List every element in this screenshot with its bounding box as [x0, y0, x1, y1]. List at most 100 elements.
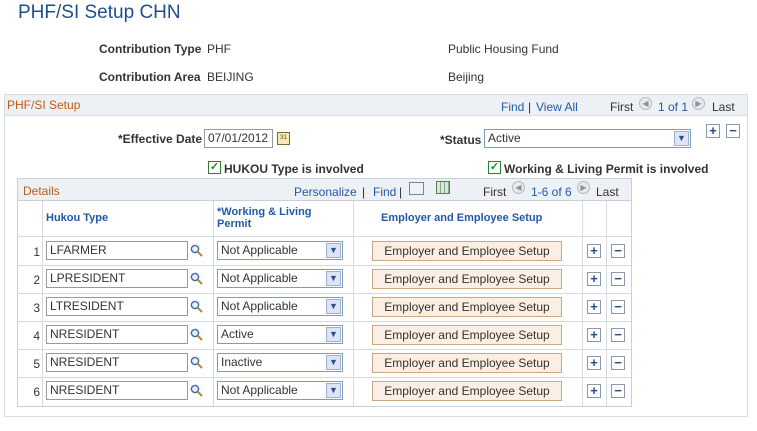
employer-employee-setup-button[interactable]: Employer and Employee Setup	[372, 353, 562, 373]
row-number: 6	[33, 385, 40, 399]
delete-row-button[interactable]: −	[611, 244, 625, 258]
row-number: 1	[33, 245, 40, 259]
chevron-down-icon: ▼	[326, 299, 341, 314]
status-select[interactable]: Active ▼	[484, 129, 691, 148]
hukou-type-input[interactable]: NRESIDENT	[46, 381, 188, 400]
delete-row-button[interactable]: −	[611, 356, 625, 370]
calendar-icon[interactable]: 31	[277, 132, 290, 145]
details-previous-icon[interactable]: ◀	[512, 181, 525, 194]
add-row-button[interactable]: +	[587, 328, 601, 342]
permit-value: Not Applicable	[221, 383, 298, 397]
status-label: *Status	[440, 133, 482, 147]
grid-divider	[42, 201, 43, 406]
details-title: Details	[23, 184, 60, 198]
employer-employee-setup-button[interactable]: Employer and Employee Setup	[372, 325, 562, 345]
find-link[interactable]: Find	[501, 100, 524, 114]
permit-checkbox[interactable]: ✓	[488, 161, 501, 174]
lookup-icon[interactable]	[190, 244, 203, 257]
details-record-count: 1-6 of 6	[531, 185, 572, 199]
contribution-area-code: BEIJING	[207, 70, 254, 84]
row-number: 4	[33, 329, 40, 343]
separator: |	[528, 100, 532, 114]
add-row-button[interactable]: +	[587, 356, 601, 370]
permit-select[interactable]: Inactive ▼	[217, 353, 343, 372]
employer-employee-setup-button[interactable]: Employer and Employee Setup	[372, 297, 562, 317]
chevron-down-icon: ▼	[326, 271, 341, 286]
hukou-type-input[interactable]: NRESIDENT	[46, 325, 188, 344]
lookup-icon[interactable]	[190, 384, 203, 397]
add-row-button[interactable]: +	[587, 300, 601, 314]
delete-row-button[interactable]: −	[726, 124, 740, 138]
status-value: Active	[488, 131, 521, 145]
separator: |	[399, 185, 403, 199]
add-row-button[interactable]: +	[587, 272, 601, 286]
contribution-area-description: Beijing	[448, 70, 485, 84]
column-header-hukou-type[interactable]: Hukou Type	[46, 212, 108, 224]
permit-select[interactable]: Active ▼	[217, 325, 343, 344]
permit-select[interactable]: Not Applicable ▼	[217, 269, 343, 288]
permit-value: Not Applicable	[221, 299, 298, 313]
permit-value: Not Applicable	[221, 271, 298, 285]
lookup-icon[interactable]	[190, 272, 203, 285]
contribution-type-code: PHF	[207, 42, 231, 56]
next-icon[interactable]: ▶	[692, 97, 705, 110]
grid-divider	[582, 201, 583, 406]
lookup-icon[interactable]	[190, 356, 203, 369]
row-number: 5	[33, 357, 40, 371]
grid-divider	[18, 349, 631, 350]
phf-si-setup-header	[5, 95, 747, 116]
hukou-type-input[interactable]: LFARMER	[46, 241, 188, 260]
view-all-link[interactable]: View All	[536, 100, 578, 114]
permit-select[interactable]: Not Applicable ▼	[217, 381, 343, 400]
add-row-button[interactable]: +	[706, 124, 720, 138]
hukou-type-input[interactable]: NRESIDENT	[46, 353, 188, 372]
delete-row-button[interactable]: −	[611, 328, 625, 342]
employer-employee-setup-button[interactable]: Employer and Employee Setup	[372, 269, 562, 289]
permit-value: Inactive	[221, 355, 263, 369]
download-spreadsheet-icon[interactable]	[436, 181, 450, 194]
record-count: 1 of 1	[658, 100, 689, 114]
view-in-new-window-icon[interactable]	[409, 182, 424, 195]
page-title: PHF/SI Setup CHN	[18, 2, 181, 23]
delete-row-button[interactable]: −	[611, 300, 625, 314]
section-title: PHF/SI Setup	[7, 98, 81, 112]
delete-row-button[interactable]: −	[611, 272, 625, 286]
hukou-type-input[interactable]: LPRESIDENT	[46, 269, 188, 288]
previous-icon[interactable]: ◀	[639, 97, 652, 110]
details-first-label: First	[483, 185, 507, 199]
row-number: 2	[33, 273, 40, 287]
lookup-icon[interactable]	[190, 300, 203, 313]
employer-employee-setup-button[interactable]: Employer and Employee Setup	[372, 381, 562, 401]
details-next-icon[interactable]: ▶	[577, 181, 590, 194]
add-row-button[interactable]: +	[587, 384, 601, 398]
chevron-down-icon: ▼	[326, 327, 341, 342]
chevron-down-icon: ▼	[326, 383, 341, 398]
column-header-permit[interactable]: *Working & Living Permit	[217, 206, 312, 230]
grid-divider	[18, 236, 631, 237]
grid-divider	[18, 377, 631, 378]
chevron-down-icon: ▼	[326, 243, 341, 258]
lookup-icon[interactable]	[190, 328, 203, 341]
permit-select[interactable]: Not Applicable ▼	[217, 241, 343, 260]
hukou-type-input[interactable]: LTRESIDENT	[46, 297, 188, 316]
hukou-checkbox-label: HUKOU Type is involved	[224, 162, 364, 176]
permit-select[interactable]: Not Applicable ▼	[217, 297, 343, 316]
employer-employee-setup-button[interactable]: Employer and Employee Setup	[372, 241, 562, 261]
row-number: 3	[33, 301, 40, 315]
effective-date-label: *Effective Date	[118, 132, 203, 146]
effective-date-input[interactable]: 07/01/2012	[204, 129, 273, 148]
last-label: Last	[712, 100, 735, 114]
hukou-checkbox[interactable]: ✓	[208, 161, 221, 174]
separator: |	[362, 185, 366, 199]
first-label: First	[610, 100, 634, 114]
grid-divider	[18, 293, 631, 294]
add-row-button[interactable]: +	[587, 244, 601, 258]
details-find-link[interactable]: Find	[373, 185, 396, 199]
grid-divider	[18, 265, 631, 266]
permit-value: Active	[221, 327, 254, 341]
delete-row-button[interactable]: −	[611, 384, 625, 398]
contribution-type-label: Contribution Type	[99, 42, 202, 56]
grid-divider	[18, 321, 631, 322]
personalize-link[interactable]: Personalize	[294, 185, 357, 199]
grid-divider	[606, 201, 607, 406]
